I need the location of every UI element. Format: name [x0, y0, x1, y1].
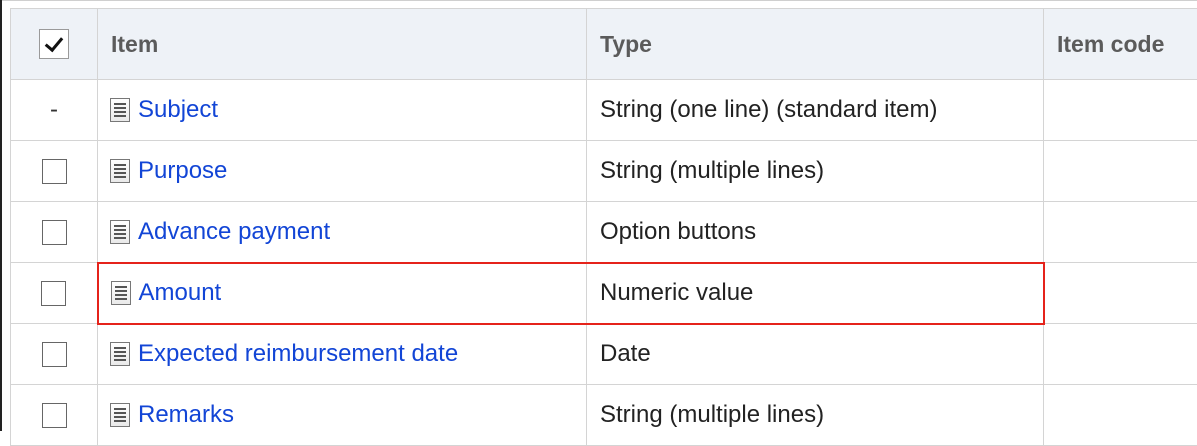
type-cell: String (one line) (standard item): [587, 80, 1044, 141]
item-cell: Amount: [98, 263, 587, 324]
item-cell: Purpose: [98, 141, 587, 202]
select-all-checkbox[interactable]: [39, 29, 69, 59]
item-code-cell: [1044, 385, 1197, 446]
item-code-column-header[interactable]: Item code: [1044, 9, 1197, 80]
document-icon: [110, 220, 130, 244]
type-cell: String (multiple lines): [587, 141, 1044, 202]
item-cell: Remarks: [98, 385, 587, 446]
document-icon: [110, 403, 130, 427]
row-select-cell: [11, 385, 98, 446]
row-select-cell: [11, 324, 98, 385]
row-checkbox[interactable]: [42, 220, 67, 245]
row-checkbox[interactable]: [42, 403, 67, 428]
item-code-cell: [1044, 324, 1197, 385]
item-link[interactable]: Amount: [139, 279, 222, 306]
document-icon: [110, 159, 130, 183]
row-checkbox[interactable]: [41, 281, 66, 306]
table-row: Expected reimbursement date Date: [11, 324, 1197, 385]
table-row: Advance payment Option buttons: [11, 202, 1197, 263]
table-row-highlighted: Amount Numeric value: [11, 263, 1197, 324]
document-icon: [111, 281, 131, 305]
row-checkbox[interactable]: [42, 159, 67, 184]
header-row: Item Type Item code: [11, 9, 1197, 80]
item-link[interactable]: Advance payment: [138, 218, 330, 245]
row-select-cell: -: [11, 80, 98, 141]
item-code-cell: [1044, 141, 1197, 202]
row-select-cell: [11, 263, 98, 324]
type-cell: Date: [587, 324, 1044, 385]
item-link[interactable]: Subject: [138, 96, 218, 123]
row-select-cell: [11, 141, 98, 202]
item-code-cell: [1044, 263, 1197, 324]
type-cell: Option buttons: [587, 202, 1044, 263]
checkmark-icon: [45, 33, 64, 52]
item-code-cell: [1044, 80, 1197, 141]
item-cell: Subject: [98, 80, 587, 141]
type-column-header[interactable]: Type: [587, 9, 1044, 80]
item-link[interactable]: Purpose: [138, 157, 227, 184]
item-link[interactable]: Remarks: [138, 401, 234, 428]
table-row: Purpose String (multiple lines): [11, 141, 1197, 202]
table-row: Remarks String (multiple lines): [11, 385, 1197, 446]
document-icon: [110, 98, 130, 122]
top-border: [0, 0, 1197, 1]
document-icon: [110, 342, 130, 366]
item-code-cell: [1044, 202, 1197, 263]
item-column-header[interactable]: Item: [98, 9, 587, 80]
select-all-header: [11, 9, 98, 80]
left-border: [0, 0, 2, 431]
item-link[interactable]: Expected reimbursement date: [138, 340, 458, 367]
items-table: Item Type Item code - Subject String (on…: [10, 8, 1197, 446]
type-cell: String (multiple lines): [587, 385, 1044, 446]
table-row: - Subject String (one line) (standard it…: [11, 80, 1197, 141]
row-select-cell: [11, 202, 98, 263]
item-cell: Expected reimbursement date: [98, 324, 587, 385]
type-cell: Numeric value: [587, 263, 1044, 324]
item-cell: Advance payment: [98, 202, 587, 263]
row-checkbox[interactable]: [42, 342, 67, 367]
not-selectable-marker: -: [50, 96, 58, 123]
